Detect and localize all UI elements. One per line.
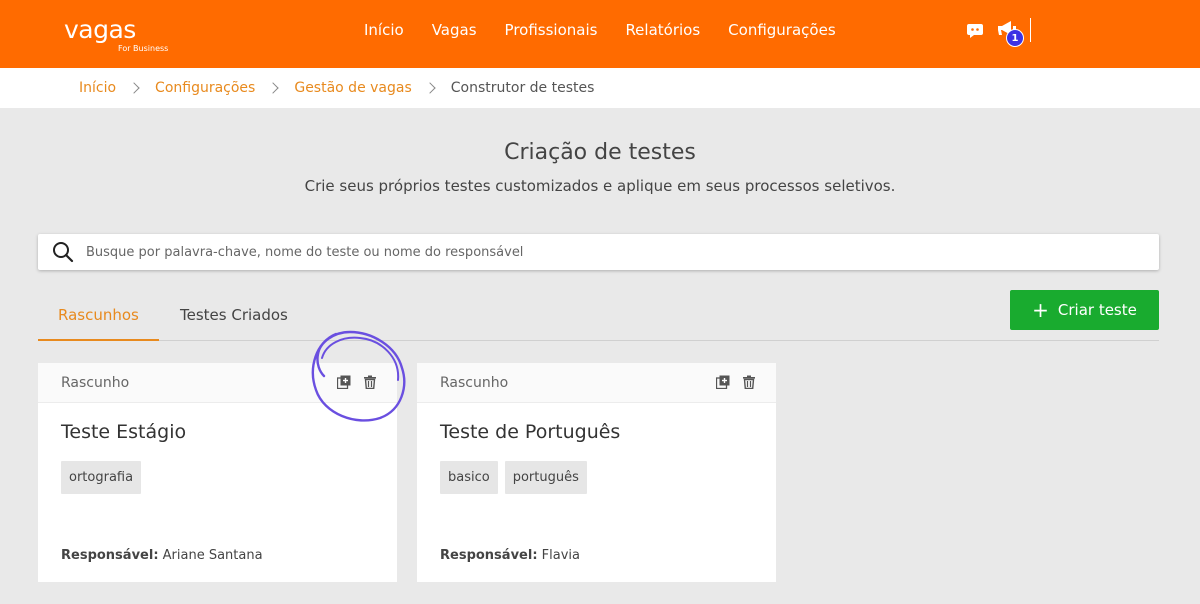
chevron-right-icon	[267, 82, 280, 94]
nav-vagas[interactable]: Vagas	[418, 21, 491, 39]
tab-bar: Rascunhos Testes Criados	[38, 290, 1159, 341]
tag: basico	[440, 461, 498, 494]
nav-relatorios[interactable]: Relatórios	[611, 21, 714, 39]
nav-profissionais[interactable]: Profissionais	[491, 21, 612, 39]
tag-list: basico português	[440, 461, 587, 494]
plus-icon: +	[1032, 298, 1049, 322]
breadcrumb-inicio[interactable]: Início	[79, 80, 116, 96]
page-subtitle: Crie seus próprios testes customizados e…	[304, 177, 896, 195]
main-nav: Início Vagas Profissionais Relatórios Co…	[349, 0, 850, 60]
page-title: Criação de testes	[504, 140, 696, 165]
header-divider	[1030, 18, 1031, 42]
card-owner: Responsável: Ariane Santana	[61, 548, 263, 563]
logo-subtitle: For Business	[118, 44, 169, 53]
create-test-label: Criar teste	[1057, 301, 1137, 319]
card-title: Teste Estágio	[61, 421, 187, 443]
trash-icon[interactable]	[742, 375, 756, 390]
search-icon	[52, 241, 74, 263]
card-status: Rascunho	[440, 374, 509, 391]
breadcrumb-current: Construtor de testes	[450, 80, 595, 96]
search-input[interactable]	[86, 234, 1159, 270]
chevron-right-icon	[128, 82, 140, 94]
vagas-logo[interactable]: vagas For Business	[64, 15, 168, 54]
tag: ortografia	[61, 461, 142, 494]
chat-icon[interactable]	[966, 23, 984, 38]
duplicate-icon[interactable]	[336, 375, 351, 390]
tag-list: ortografia	[61, 461, 142, 494]
test-card[interactable]: Rascunho Teste de Português basico portu…	[417, 363, 776, 582]
chevron-right-icon	[424, 82, 436, 94]
tag: português	[504, 461, 587, 494]
breadcrumb-configuracoes[interactable]: Configurações	[155, 80, 255, 96]
owner-name: Ariane Santana	[162, 548, 263, 563]
breadcrumb-gestao-de-vagas[interactable]: Gestão de vagas	[294, 80, 411, 96]
card-status: Rascunho	[61, 374, 130, 391]
search-bar	[38, 234, 1159, 270]
card-actions	[715, 375, 756, 390]
card-header: Rascunho	[38, 363, 397, 403]
trash-icon[interactable]	[363, 375, 377, 390]
notification-badge: 1	[1006, 29, 1024, 47]
owner-name: Flavia	[541, 548, 580, 563]
tab-rascunhos[interactable]: Rascunhos	[38, 306, 159, 341]
nav-inicio[interactable]: Início	[349, 21, 418, 39]
test-card[interactable]: Rascunho Teste Estágio ortografia Respon…	[38, 363, 397, 582]
header-actions: 1	[966, 17, 1031, 47]
create-test-button[interactable]: + Criar teste	[1010, 290, 1159, 330]
tab-testes-criados[interactable]: Testes Criados	[160, 306, 308, 341]
top-bar: vagas For Business Início Vagas Profissi…	[0, 0, 1200, 68]
owner-label: Responsável:	[61, 548, 159, 563]
megaphone-icon[interactable]: 1	[996, 19, 1024, 47]
breadcrumb: Início Configurações Gestão de vagas Con…	[0, 68, 1200, 108]
card-header: Rascunho	[417, 363, 776, 403]
owner-label: Responsável:	[440, 548, 538, 563]
card-title: Teste de Português	[440, 421, 621, 443]
card-actions	[336, 375, 377, 390]
card-owner: Responsável: Flavia	[440, 548, 580, 563]
duplicate-icon[interactable]	[715, 375, 730, 390]
nav-configuracoes[interactable]: Configurações	[714, 21, 849, 39]
logo-wordmark: vagas	[64, 15, 136, 44]
